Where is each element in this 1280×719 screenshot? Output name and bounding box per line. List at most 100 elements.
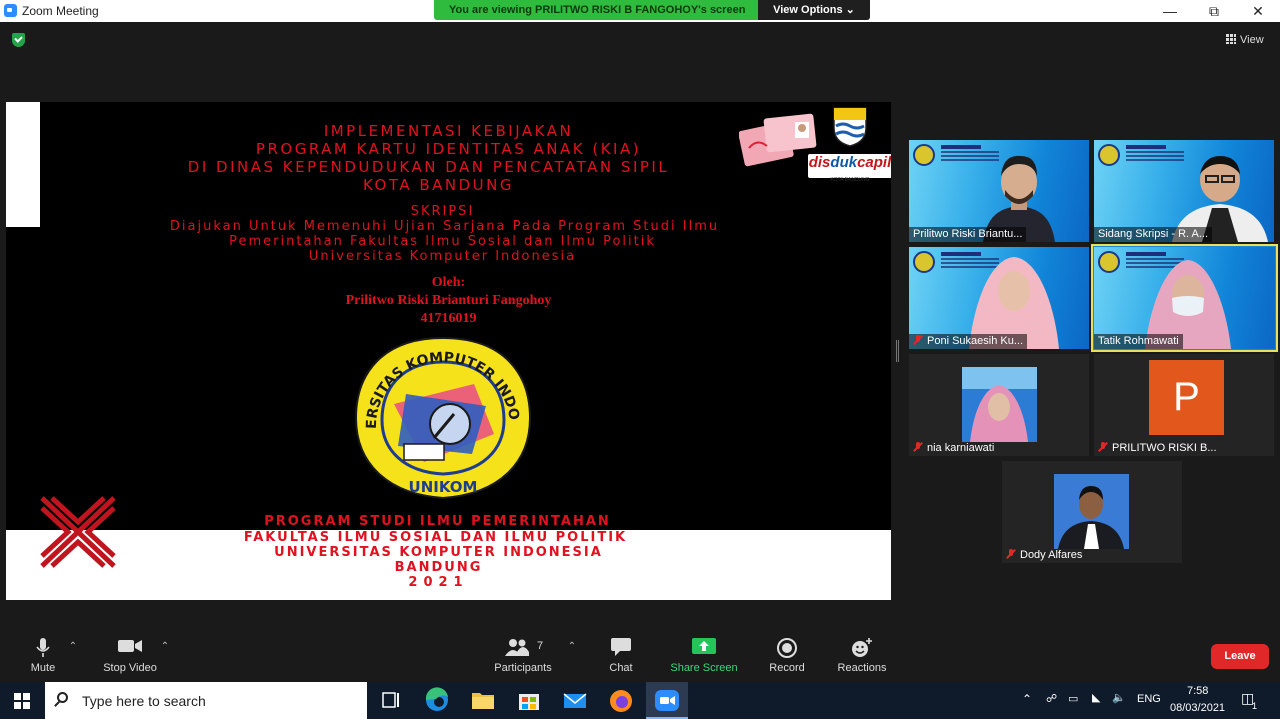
mute-button[interactable]: Mute: [3, 628, 83, 682]
restore-icon[interactable]: ⧉: [1194, 1, 1234, 21]
seal-bottom-text: UNIKOM: [409, 478, 478, 496]
slide-footer-line: FAKULTAS ILMU SOSIAL DAN ILMU POLITIK: [243, 530, 628, 545]
disdukcapil-logo: disdukcapil KOTA BANDUNG: [808, 104, 891, 183]
video-options-caret-icon[interactable]: ⌃: [160, 641, 170, 652]
clock-date[interactable]: 08/03/2021: [1170, 702, 1225, 714]
red-x-logo: [40, 496, 116, 568]
slide-subtitle-line: SKRIPSI: [410, 204, 475, 219]
chat-label: Chat: [609, 662, 633, 674]
firefox-icon[interactable]: [600, 682, 642, 719]
participant-name: Poni Sukaesih Ku...: [909, 334, 1028, 349]
participant-name: PRILITWO RISKI B...: [1094, 441, 1221, 456]
participant-tile-active-speaker[interactable]: Tatik Rohmawati: [1091, 244, 1278, 352]
participant-photo-figure: [1058, 486, 1124, 549]
file-explorer-icon[interactable]: [462, 682, 504, 719]
share-screen-button[interactable]: Share Screen: [664, 628, 744, 682]
slide-title-line: KOTA BANDUNG: [363, 176, 514, 194]
participant-photo: [962, 367, 1037, 442]
muted-mic-icon: [1006, 549, 1016, 559]
participant-tile[interactable]: Sidang Skripsi - R. A...: [1094, 140, 1274, 242]
show-hidden-icons-caret-icon[interactable]: ⌃: [1022, 692, 1032, 706]
taskbar-search-box[interactable]: Type here to search: [45, 682, 367, 719]
reactions-button[interactable]: Reactions: [822, 628, 902, 682]
participant-photo: [1054, 474, 1129, 549]
screen-share-banner: You are viewing PRILITWO RISKI B FANGOHO…: [434, 0, 870, 20]
participant-name: Dody Alfares: [1002, 548, 1086, 563]
participants-count: 7: [537, 640, 544, 652]
zoom-logo-icon: [4, 4, 17, 17]
participants-icon: [505, 639, 529, 656]
muted-mic-icon: [1098, 442, 1108, 452]
slide-subtitle-line: Pemerintahan Fakultas Ilmu Sosial dan Il…: [229, 234, 656, 249]
background-seal-icon: [1098, 251, 1120, 273]
slide-footer-line: PROGRAM STUDI ILMU PEMERINTAHAN: [264, 514, 611, 529]
participant-tile[interactable]: Prilitwo Riski Briantu...: [909, 140, 1089, 242]
mail-icon[interactable]: [554, 682, 596, 719]
reactions-label: Reactions: [837, 662, 887, 674]
close-icon[interactable]: ✕: [1238, 1, 1278, 21]
participant-tile[interactable]: nia karniawati: [909, 354, 1089, 456]
notifications-count: 1: [1252, 701, 1258, 711]
bandung-crest-icon: [833, 107, 867, 147]
view-options-label: View Options: [773, 4, 843, 16]
windows-taskbar: Type here to search ⌃ ☍ ▭ ◣ 🔈 ENG 7:58 0…: [0, 682, 1280, 719]
participant-tile[interactable]: Poni Sukaesih Ku...: [909, 247, 1089, 349]
meet-now-icon[interactable]: ☍: [1046, 692, 1057, 705]
battery-icon[interactable]: ▭: [1068, 692, 1078, 705]
slide-footer-line: UNIVERSITAS KOMPUTER INDONESIA: [274, 545, 603, 560]
zoom-meeting-window: Zoom Meeting — ⧉ ✕ You are viewing PRILI…: [0, 0, 1280, 719]
participants-button[interactable]: 7 Participants: [483, 628, 563, 682]
clock-time[interactable]: 7:58: [1187, 685, 1208, 697]
microsoft-store-icon[interactable]: [508, 682, 550, 719]
record-button[interactable]: Record: [747, 628, 827, 682]
slide-subtitle-line: Universitas Komputer Indonesia: [308, 249, 577, 264]
background-seal-icon: [913, 144, 935, 166]
share-screen-icon: [692, 638, 716, 654]
background-seal-icon: [1098, 144, 1120, 166]
panel-resize-handle[interactable]: [896, 340, 899, 362]
kia-cards-image: [739, 113, 817, 167]
participant-name: Tatik Rohmawati: [1094, 334, 1183, 349]
reaction-smiley-icon: [852, 638, 872, 657]
meeting-toolbar: Mute ⌃ Stop Video ⌃ 7 Participants ⌃ Cha…: [0, 628, 1280, 682]
volume-icon[interactable]: 🔈: [1112, 691, 1126, 704]
windows-start-icon[interactable]: [14, 693, 30, 709]
wifi-icon[interactable]: ◣: [1092, 691, 1100, 704]
unikom-seal-logo: UNIVERSITAS KOMPUTER INDONESIA UNIKOM: [354, 334, 532, 500]
share-screen-label: Share Screen: [670, 662, 738, 674]
participant-name: nia karniawati: [909, 441, 998, 456]
slide-subtitle-line: Diajukan Untuk Memenuhi Ujian Sarjana Pa…: [169, 219, 720, 234]
participant-tile[interactable]: Dody Alfares: [1002, 461, 1182, 563]
search-placeholder: Type here to search: [82, 693, 206, 709]
task-view-icon[interactable]: [370, 682, 412, 719]
language-indicator[interactable]: ENG: [1137, 693, 1161, 705]
muted-mic-icon: [913, 442, 923, 452]
disdukcapil-wordmark: disdukcapil KOTA BANDUNG: [808, 154, 891, 183]
zoom-taskbar-icon[interactable]: [646, 682, 688, 719]
edge-browser-icon[interactable]: [416, 682, 458, 719]
minimize-icon[interactable]: —: [1150, 1, 1190, 21]
encryption-shield-icon[interactable]: [12, 33, 25, 47]
stop-video-button[interactable]: Stop Video: [90, 628, 170, 682]
participant-name: Prilitwo Riski Briantu...: [909, 227, 1027, 242]
banner-message: You are viewing PRILITWO RISKI B FANGOHO…: [449, 4, 746, 16]
record-icon: [777, 638, 797, 658]
participant-tile[interactable]: P PRILITWO RISKI B...: [1094, 354, 1274, 456]
grid-icon: [1226, 34, 1236, 44]
view-button[interactable]: View: [1226, 34, 1264, 46]
slide-footer-line: BANDUNG: [394, 560, 483, 575]
slide-footer-line: 2021: [408, 575, 469, 590]
slide-author-line: Oleh:: [431, 275, 466, 290]
participant-name: Sidang Skripsi - R. A...: [1094, 227, 1213, 242]
audio-options-caret-icon[interactable]: ⌃: [68, 641, 78, 652]
participants-options-caret-icon[interactable]: ⌃: [567, 641, 577, 652]
background-seal-icon: [913, 251, 935, 273]
mute-label: Mute: [30, 662, 56, 674]
chat-button[interactable]: Chat: [581, 628, 661, 682]
leave-button[interactable]: Leave: [1211, 644, 1269, 669]
view-options-button[interactable]: View Options ⌄: [758, 0, 870, 20]
video-camera-icon: [118, 640, 142, 652]
record-label: Record: [769, 662, 805, 674]
search-icon: [57, 692, 68, 703]
participants-label: Participants: [494, 662, 552, 674]
